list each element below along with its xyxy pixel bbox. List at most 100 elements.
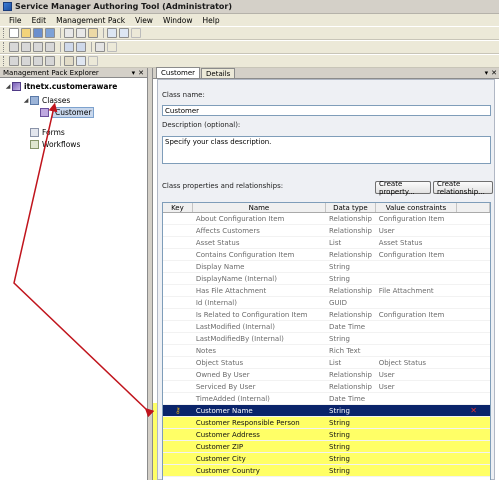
delete-cell[interactable]: ✕ [457,405,490,416]
value-constraints-cell[interactable] [376,273,458,284]
value-constraints-cell[interactable]: User [376,369,458,380]
data-type-cell[interactable]: String [326,333,376,344]
column-value-constraints[interactable]: Value constraints [376,203,458,212]
table-row[interactable]: Has File Attachment Relationship File Atta… [163,285,490,297]
spacing-icon[interactable] [76,42,86,52]
paste-icon[interactable] [88,28,98,38]
value-constraints-cell[interactable]: File Attachment [376,285,458,296]
data-type-cell[interactable]: Date Time [326,393,376,404]
new-icon[interactable] [9,28,19,38]
table-row[interactable]: LastModifiedBy (Internal) String [163,333,490,345]
cut-icon[interactable] [64,28,74,38]
key-cell[interactable] [163,441,193,452]
property-name-cell[interactable]: Customer ZIP [193,441,326,452]
align-top-icon[interactable] [45,42,55,52]
undo-icon[interactable] [107,28,117,38]
property-name-cell[interactable]: TimeAdded (Internal) [193,393,326,404]
data-type-cell[interactable]: Date Time [326,321,376,332]
zoom-fit-icon[interactable] [33,56,43,66]
table-row[interactable]: Display Name String [163,261,490,273]
data-type-cell[interactable]: Relationship [326,249,376,260]
value-constraints-cell[interactable] [376,333,458,344]
table-row[interactable]: Customer Country String [163,465,490,477]
data-type-cell[interactable]: Relationship [326,381,376,392]
property-name-cell[interactable]: Affects Customers [193,225,326,236]
key-cell[interactable] [163,417,193,428]
table-row[interactable]: Asset Status List Asset Status [163,237,490,249]
table-row[interactable]: Owned By User Relationship User [163,369,490,381]
tabs-dropdown-icon[interactable]: ▾ [485,69,489,77]
column-name[interactable]: Name [193,203,326,212]
menu-help[interactable]: Help [198,16,225,25]
data-type-cell[interactable]: Relationship [326,309,376,320]
table-row[interactable]: Affects Customers Relationship User [163,225,490,237]
key-cell[interactable] [163,249,193,260]
copy-icon[interactable] [76,28,86,38]
tree-node-customer[interactable]: Customer [40,107,95,118]
tab-customer[interactable]: Customer [156,67,201,78]
property-name-cell[interactable]: LastModifiedBy (Internal) [193,333,326,344]
save-all-icon[interactable] [45,28,55,38]
tree-node-classes[interactable]: ◢ Classes [22,95,70,106]
data-type-cell[interactable]: Relationship [326,369,376,380]
key-cell[interactable] [163,213,193,224]
key-cell[interactable] [163,453,193,464]
data-type-cell[interactable]: String [326,429,376,440]
explorer-close-icon[interactable]: ✕ [138,69,144,77]
table-row[interactable]: Serviced By User Relationship User [163,381,490,393]
menu-view[interactable]: View [130,16,158,25]
pencil-icon[interactable] [64,56,74,66]
property-name-cell[interactable]: About Configuration Item [193,213,326,224]
menu-window[interactable]: Window [158,16,198,25]
data-type-cell[interactable]: String [326,441,376,452]
collapse-arrow-icon[interactable]: ◢ [4,83,12,90]
data-type-cell[interactable]: Relationship [326,225,376,236]
table-row[interactable]: Customer City String [163,453,490,465]
value-constraints-cell[interactable]: Configuration Item [376,309,458,320]
key-cell[interactable] [163,465,193,476]
table-row[interactable]: Contains Configuration Item Relationship C… [163,249,490,261]
data-type-cell[interactable]: Rich Text [326,345,376,356]
data-type-cell[interactable]: String [326,405,376,416]
class-name-field[interactable]: Customer [162,105,491,116]
save-icon[interactable] [33,28,43,38]
value-constraints-cell[interactable]: Object Status [376,357,458,368]
table-row[interactable]: DisplayName (Internal) String [163,273,490,285]
property-name-cell[interactable]: Has File Attachment [193,285,326,296]
key-cell[interactable] [163,225,193,236]
overflow-chevron-icon[interactable] [107,42,117,52]
table-row[interactable]: Id (Internal) GUID [163,297,490,309]
value-constraints-cell[interactable]: Configuration Item [376,249,458,260]
value-constraints-cell[interactable] [376,453,458,464]
key-cell[interactable] [163,357,193,368]
value-constraints-cell[interactable] [376,345,458,356]
align-center-icon[interactable] [21,42,31,52]
key-cell[interactable] [163,285,193,296]
table-row[interactable]: Customer Address String [163,429,490,441]
property-name-cell[interactable]: Is Related to Configuration Item [193,309,326,320]
key-cell[interactable] [163,261,193,272]
property-name-cell[interactable]: Contains Configuration Item [193,249,326,260]
value-constraints-cell[interactable]: Configuration Item [376,213,458,224]
menu-edit[interactable]: Edit [27,16,52,25]
property-name-cell[interactable]: Customer Responsible Person [193,417,326,428]
size-icon[interactable] [64,42,74,52]
collapse-arrow-icon[interactable]: ◢ [22,97,30,104]
property-name-cell[interactable]: Id (Internal) [193,297,326,308]
menu-file[interactable]: File [4,16,27,25]
tree-node-workflows[interactable]: Workflows [30,139,80,150]
delete-icon[interactable]: ✕ [470,406,477,415]
table-row[interactable]: Object Status List Object Status [163,357,490,369]
table-row[interactable]: About Configuration Item Relationship Conf… [163,213,490,225]
data-type-cell[interactable]: Relationship [326,285,376,296]
align-right-icon[interactable] [33,42,43,52]
pointer-icon[interactable] [76,56,86,66]
key-cell[interactable] [163,345,193,356]
data-type-cell[interactable]: String [326,261,376,272]
property-name-cell[interactable]: Customer Country [193,465,326,476]
zoom-in-icon[interactable] [9,56,19,66]
table-row[interactable]: TimeAdded (Internal) Date Time [163,393,490,405]
column-key[interactable]: Key [163,203,193,212]
table-row[interactable]: Notes Rich Text [163,345,490,357]
data-type-cell[interactable]: String [326,465,376,476]
